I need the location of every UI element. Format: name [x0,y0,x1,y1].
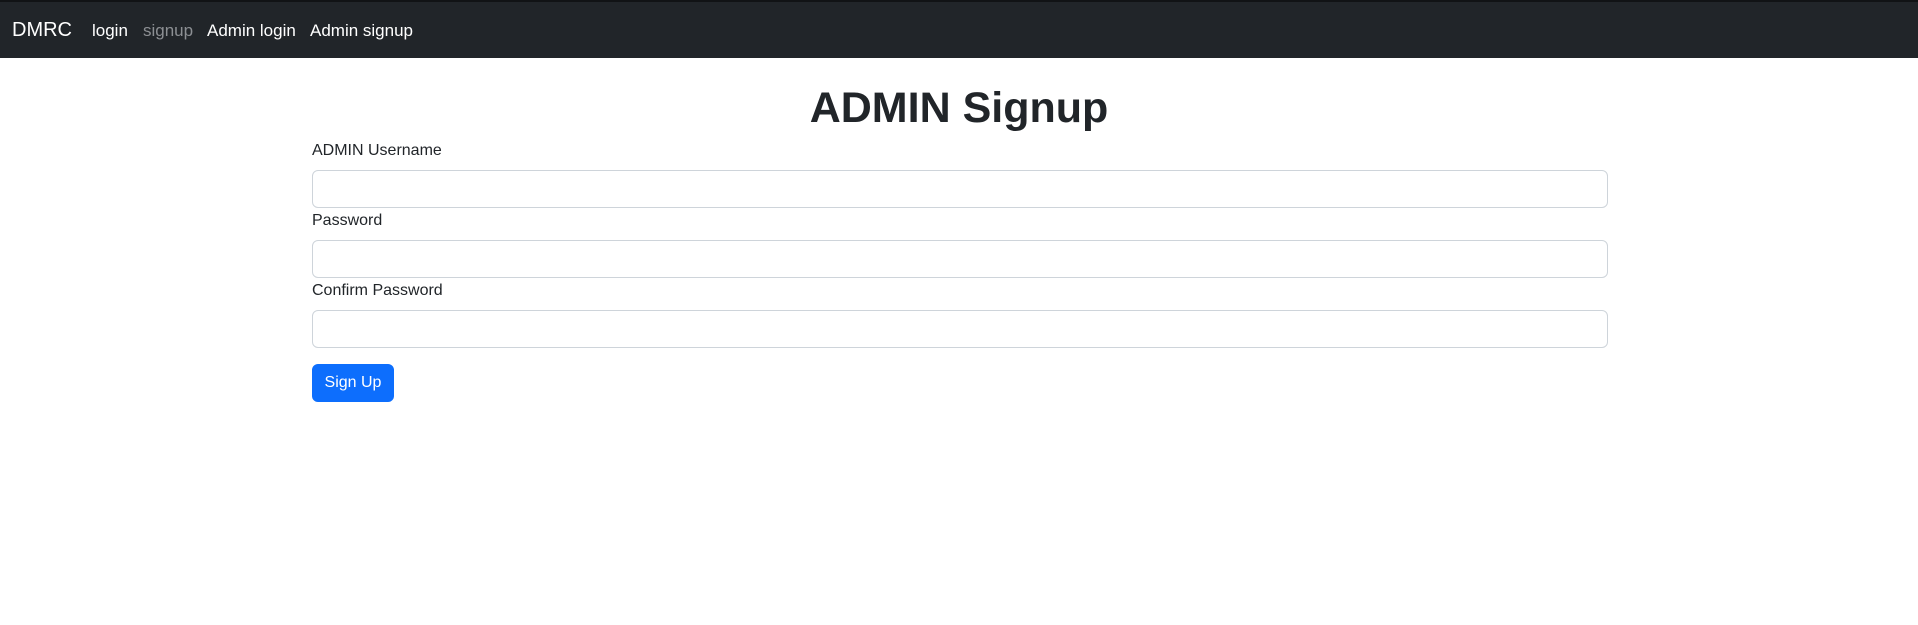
nav-link-signup[interactable]: signup [143,20,193,42]
sign-up-button[interactable]: Sign Up [312,364,394,402]
password-label: Password [312,212,383,229]
confirm-password-input[interactable] [312,310,1608,348]
navbar-brand[interactable]: DMRC [12,18,72,42]
username-label: ADMIN Username [312,142,442,159]
confirm-password-label: Confirm Password [312,282,443,299]
nav-link-admin-login[interactable]: Admin login [207,20,296,42]
username-input[interactable] [312,170,1608,208]
password-input[interactable] [312,240,1608,278]
top-navbar: DMRC login signup Admin login Admin sign… [0,0,1918,58]
nav-link-login[interactable]: login [92,20,128,42]
nav-link-admin-signup[interactable]: Admin signup [310,20,413,42]
page-title: ADMIN Signup [809,84,1109,132]
